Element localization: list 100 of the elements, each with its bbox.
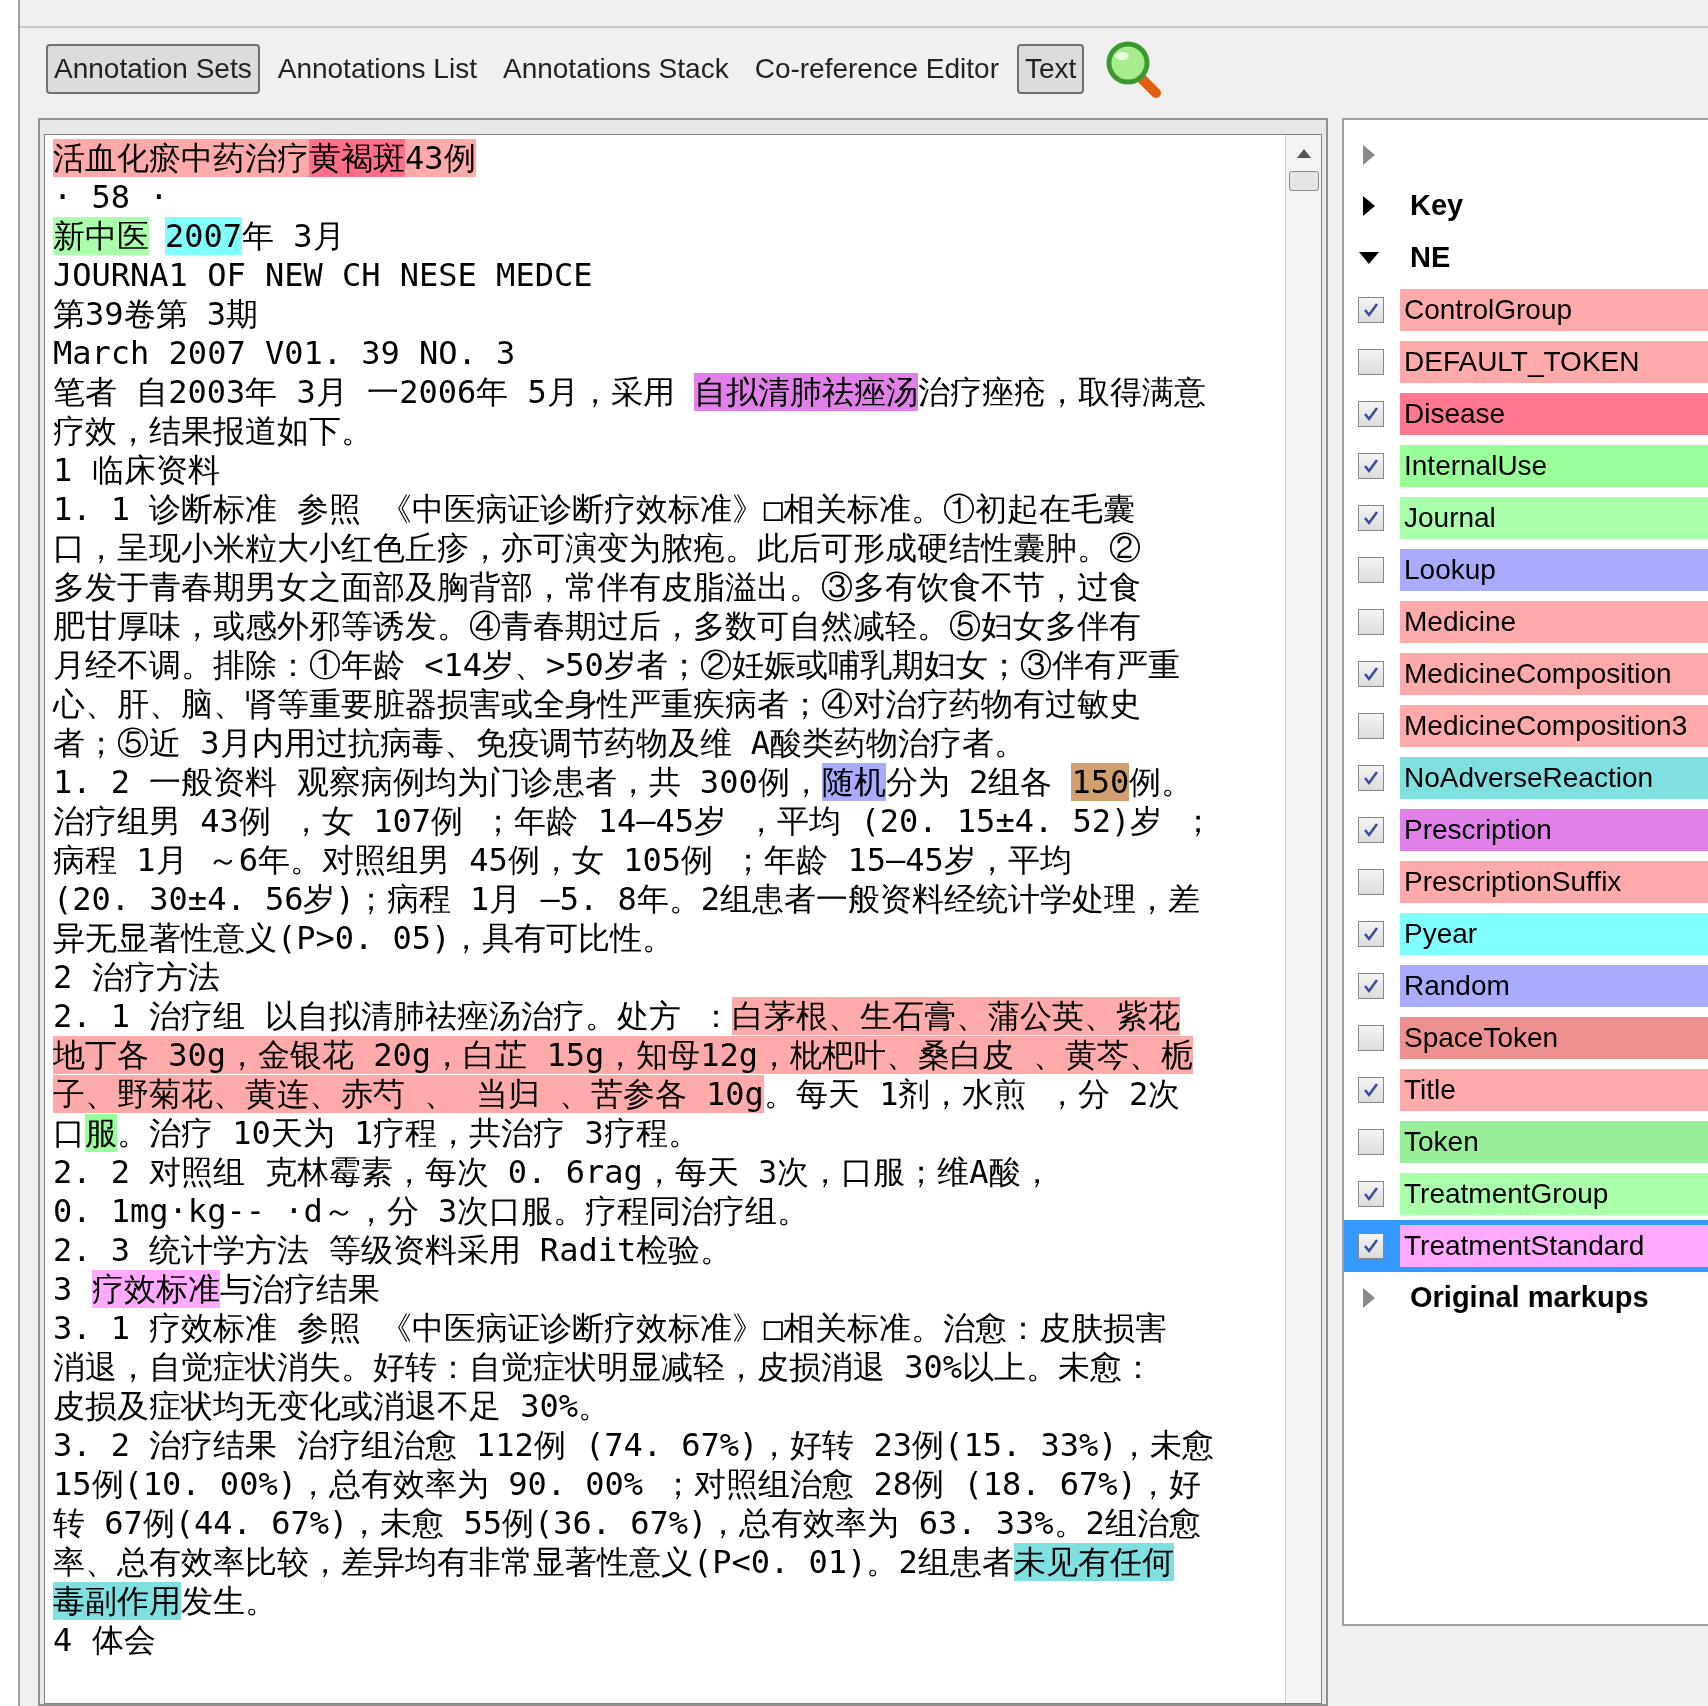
check-icon: [1362, 301, 1380, 319]
annotation-type-row[interactable]: Journal: [1344, 492, 1708, 544]
annotation-type-label: Random: [1400, 965, 1708, 1007]
checkbox[interactable]: [1358, 1077, 1384, 1103]
annotation-highlight: 未见有任何: [1013, 1543, 1174, 1581]
checkbox[interactable]: [1358, 661, 1384, 687]
document-text: 消退，自觉症状消失。好转：自觉症状明显减轻，皮损消退 30%以上。未愈：: [53, 1348, 1155, 1386]
document-text: 0. 1mg·kg-- ·d～，分 3次口服。疗程同治疗组。: [53, 1192, 810, 1230]
checkbox[interactable]: [1358, 921, 1384, 947]
annotation-type-row[interactable]: MedicineComposition3: [1344, 700, 1708, 752]
annotation-type-row[interactable]: Disease: [1344, 388, 1708, 440]
annotation-type-row[interactable]: ControlGroup: [1344, 284, 1708, 336]
document-text: 口: [53, 1114, 85, 1152]
document-text: 3. 2 治疗结果 治疗组治愈 112例 (74. 67%)，好转 23例(15. 33%)，未愈: [53, 1426, 1214, 1464]
annotation-highlight: 黄褐斑: [309, 139, 405, 177]
checkbox[interactable]: [1358, 765, 1384, 791]
document-text: 转 67例(44. 67%)，未愈 55例(36. 67%)，总有效率为 63. 33%。2组治愈: [53, 1504, 1201, 1542]
document-text: 1. 2 一般资料 观察病例均为门诊患者，共 300例，: [53, 763, 822, 801]
annotation-type-label: PrescriptionSuffix: [1400, 861, 1708, 903]
toolbar-tab[interactable]: Annotation Sets: [46, 44, 260, 94]
document-text: 1 临床资料: [53, 451, 220, 489]
toolbar-tab[interactable]: Co-reference Editor: [746, 44, 1007, 94]
document-text: 2. 1 治疗组 以自拟清肺祛痤汤治疗。处方 ：: [53, 997, 732, 1035]
document-text: 月经不调。排除：①年龄 <14岁、>50岁者；②妊娠或哺乳期妇女；③伴有严重: [53, 646, 1180, 684]
document-text: 第39卷第 3期: [53, 295, 259, 333]
check-icon: [1362, 405, 1380, 423]
checkbox[interactable]: [1358, 869, 1384, 895]
toolbar-tab[interactable]: Annotations Stack: [494, 44, 737, 94]
check-icon: [1362, 821, 1380, 839]
tree-node-label[interactable]: NE: [1410, 236, 1451, 280]
document-text: 心、肝、脑、肾等重要脏器损害或全身性严重疾病者；④对治疗药物有过敏史: [53, 685, 1141, 723]
checkbox[interactable]: [1358, 973, 1384, 999]
annotation-type-row[interactable]: TreatmentStandard: [1344, 1220, 1708, 1272]
checkbox[interactable]: [1358, 453, 1384, 479]
document-text: 15例(10. 00%)，总有效率为 90. 00% ；对照组治愈 28例 (18. 67%)，好: [53, 1465, 1201, 1503]
annotation-highlight: 疗效标准: [91, 1270, 220, 1308]
checkbox[interactable]: [1358, 505, 1384, 531]
document-text: 肥甘厚味，或感外邪等诱发。④青春期过后，多数可自然减轻。⑤妇女多伴有: [53, 607, 1141, 645]
document-text: 疗效，结果报道如下。: [53, 412, 373, 450]
checkbox[interactable]: [1358, 349, 1384, 375]
document-text: 3. 1 疗效标准 参照 《中医病证诊断疗效标准》□相关标准。治愈：皮肤损害: [53, 1309, 1168, 1347]
scrollbar[interactable]: [1285, 135, 1321, 1703]
checkbox[interactable]: [1358, 1129, 1384, 1155]
checkbox[interactable]: [1358, 609, 1384, 635]
annotation-type-row[interactable]: DEFAULT_TOKEN: [1344, 336, 1708, 388]
annotation-type-row[interactable]: SpaceToken: [1344, 1012, 1708, 1064]
annotation-type-row[interactable]: NoAdverseReaction: [1344, 752, 1708, 804]
checkbox[interactable]: [1358, 817, 1384, 843]
annotation-highlight: 地丁各 30g，金银花 20g，白芷 15g，知母12g，枇杷叶、桑白皮 、黄芩、栀: [53, 1036, 1194, 1074]
annotation-type-label: Disease: [1400, 393, 1708, 435]
checkbox[interactable]: [1358, 1233, 1384, 1259]
scroll-thumb[interactable]: [1288, 171, 1319, 191]
annotation-type-row[interactable]: Random: [1344, 960, 1708, 1012]
scroll-up-icon[interactable]: [1296, 149, 1311, 159]
annotation-highlight: 活血化瘀中药治疗: [53, 139, 309, 177]
annotation-type-row[interactable]: PrescriptionSuffix: [1344, 856, 1708, 908]
annotation-highlight: 白茅根、生石膏、蒲公英、紫花: [731, 997, 1180, 1035]
document-text: 病程 1月 ～6年。对照组男 45例，女 105例 ；年龄 15—45岁，平均: [53, 841, 1072, 879]
checkbox[interactable]: [1358, 297, 1384, 323]
document-text: 3: [53, 1270, 74, 1308]
document-text: March 2007 V01. 39 NO. 3: [53, 334, 516, 372]
annotation-type-label: NoAdverseReaction: [1400, 757, 1708, 799]
document-text: 者；⑤近 3月内用过抗病毒、免疫调节药物及维 A酸类药物治疗者。: [53, 724, 1027, 762]
document-text: 多发于青春期男女之面部及胸背部，常伴有皮脂溢出。③多有饮食不节，过食: [53, 568, 1141, 606]
search-icon[interactable]: [1104, 39, 1163, 99]
annotation-type-row[interactable]: Lookup: [1344, 544, 1708, 596]
toolbar-tab[interactable]: Text: [1017, 44, 1085, 94]
document-text: 。治疗 10天为 1疗程，共治疗 3疗程。: [117, 1114, 700, 1152]
annotation-type-row[interactable]: Token: [1344, 1116, 1708, 1168]
document-text: 。每天 1剂，水煎 ，分 2次: [763, 1075, 1181, 1113]
checkbox[interactable]: [1358, 401, 1384, 427]
document-text: 2. 3 统计学方法 等级资料采用 Radit检验。: [53, 1231, 733, 1269]
annotation-type-label: DEFAULT_TOKEN: [1400, 341, 1708, 383]
check-icon: [1362, 769, 1380, 787]
annotation-type-row[interactable]: InternalUse: [1344, 440, 1708, 492]
annotation-type-row[interactable]: TreatmentGroup: [1344, 1168, 1708, 1220]
annotation-type-label: Title: [1400, 1069, 1708, 1111]
checkbox[interactable]: [1358, 1025, 1384, 1051]
annotation-type-label: Prescription: [1400, 809, 1708, 851]
annotation-type-row[interactable]: MedicineComposition: [1344, 648, 1708, 700]
checkbox[interactable]: [1358, 713, 1384, 739]
annotation-type-row[interactable]: Pyear: [1344, 908, 1708, 960]
annotation-type-row[interactable]: Medicine: [1344, 596, 1708, 648]
annotation-highlight: 服: [85, 1114, 117, 1152]
annotation-highlight: 自拟清肺祛痤汤: [694, 373, 918, 411]
document-text: 2 治疗方法: [53, 958, 220, 996]
annotation-type-row[interactable]: Title: [1344, 1064, 1708, 1116]
annotation-type-label: MedicineComposition: [1400, 653, 1708, 695]
tree-node-label[interactable]: Original markups: [1410, 1276, 1649, 1320]
check-icon: [1362, 457, 1380, 475]
document-text: 4 体会: [53, 1621, 156, 1659]
checkbox[interactable]: [1358, 1181, 1384, 1207]
annotation-type-label: Pyear: [1400, 913, 1708, 955]
checkbox[interactable]: [1358, 557, 1384, 583]
annotation-highlight: 43例: [405, 139, 476, 177]
check-icon: [1362, 925, 1380, 943]
annotation-type-row[interactable]: Prescription: [1344, 804, 1708, 856]
tree-node-label[interactable]: Key: [1410, 184, 1464, 228]
toolbar-tab[interactable]: Annotations List: [269, 44, 485, 94]
document-text: 口，呈现小米粒大小红色丘疹，亦可演变为脓疱。此后可形成硬结性囊肿。②: [53, 529, 1141, 567]
